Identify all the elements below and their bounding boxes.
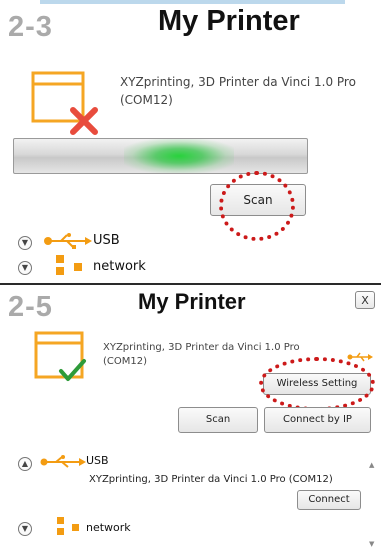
close-button[interactable]: X	[355, 291, 375, 309]
scroll-down-icon[interactable]: ▼	[369, 540, 374, 548]
network-label[interactable]: network	[93, 259, 146, 274]
printer-name-line1: XYZprinting, 3D Printer da Vinci 1.0 Pro	[103, 342, 300, 353]
dialog-title: My Printer	[138, 289, 246, 314]
network-icon	[56, 255, 84, 279]
dialog-title: My Printer	[158, 5, 300, 37]
printer-port: (COM12)	[120, 93, 173, 107]
step-number: 2-3	[8, 11, 53, 43]
usb-label[interactable]: USB	[93, 233, 120, 248]
network-icon	[57, 517, 81, 539]
network-expand-toggle[interactable]: ▼	[18, 522, 32, 536]
chevron-down-icon: ▼	[21, 263, 29, 272]
printer-name: XYZprinting, 3D Printer da Vinci 1.0 Pro…	[120, 73, 356, 109]
step-number: 2-5	[8, 291, 53, 323]
scan-button[interactable]: Scan	[178, 407, 258, 433]
chevron-down-icon: ▼	[21, 238, 29, 247]
connect-button[interactable]: Connect	[297, 490, 361, 510]
usb-collapse-toggle[interactable]: ▲	[18, 457, 32, 471]
highlight-ellipse	[259, 357, 375, 411]
printer-name-line1: XYZprinting, 3D Printer da Vinci 1.0 Pro	[120, 75, 356, 89]
connect-by-ip-button[interactable]: Connect by IP	[264, 407, 371, 433]
my-printer-dialog-connected: 2-5 My Printer X XYZprinting, 3D Printer…	[0, 283, 381, 553]
close-icon: X	[361, 294, 369, 307]
usb-label[interactable]: USB	[86, 454, 109, 467]
title-accent-line	[40, 0, 345, 4]
chevron-up-icon: ▲	[21, 459, 29, 468]
usb-icon	[43, 233, 93, 253]
network-expand-toggle[interactable]: ▼	[18, 261, 32, 275]
highlight-circle	[219, 171, 295, 241]
chevron-down-icon: ▼	[21, 524, 29, 533]
printer-icon	[30, 70, 106, 142]
usb-expand-toggle[interactable]: ▼	[18, 236, 32, 250]
my-printer-dialog-scanning: 2-3 My Printer XYZprinting, 3D Printer d…	[0, 0, 381, 283]
progress-indicator	[124, 139, 234, 173]
usb-device-name: XYZprinting, 3D Printer da Vinci 1.0 Pro…	[89, 474, 333, 485]
scan-progress-bar	[13, 138, 308, 174]
scroll-up-icon[interactable]: ▲	[369, 461, 374, 469]
network-label[interactable]: network	[86, 521, 131, 534]
printer-icon	[34, 331, 94, 391]
usb-icon	[40, 454, 86, 473]
printer-name: XYZprinting, 3D Printer da Vinci 1.0 Pro…	[103, 341, 300, 369]
